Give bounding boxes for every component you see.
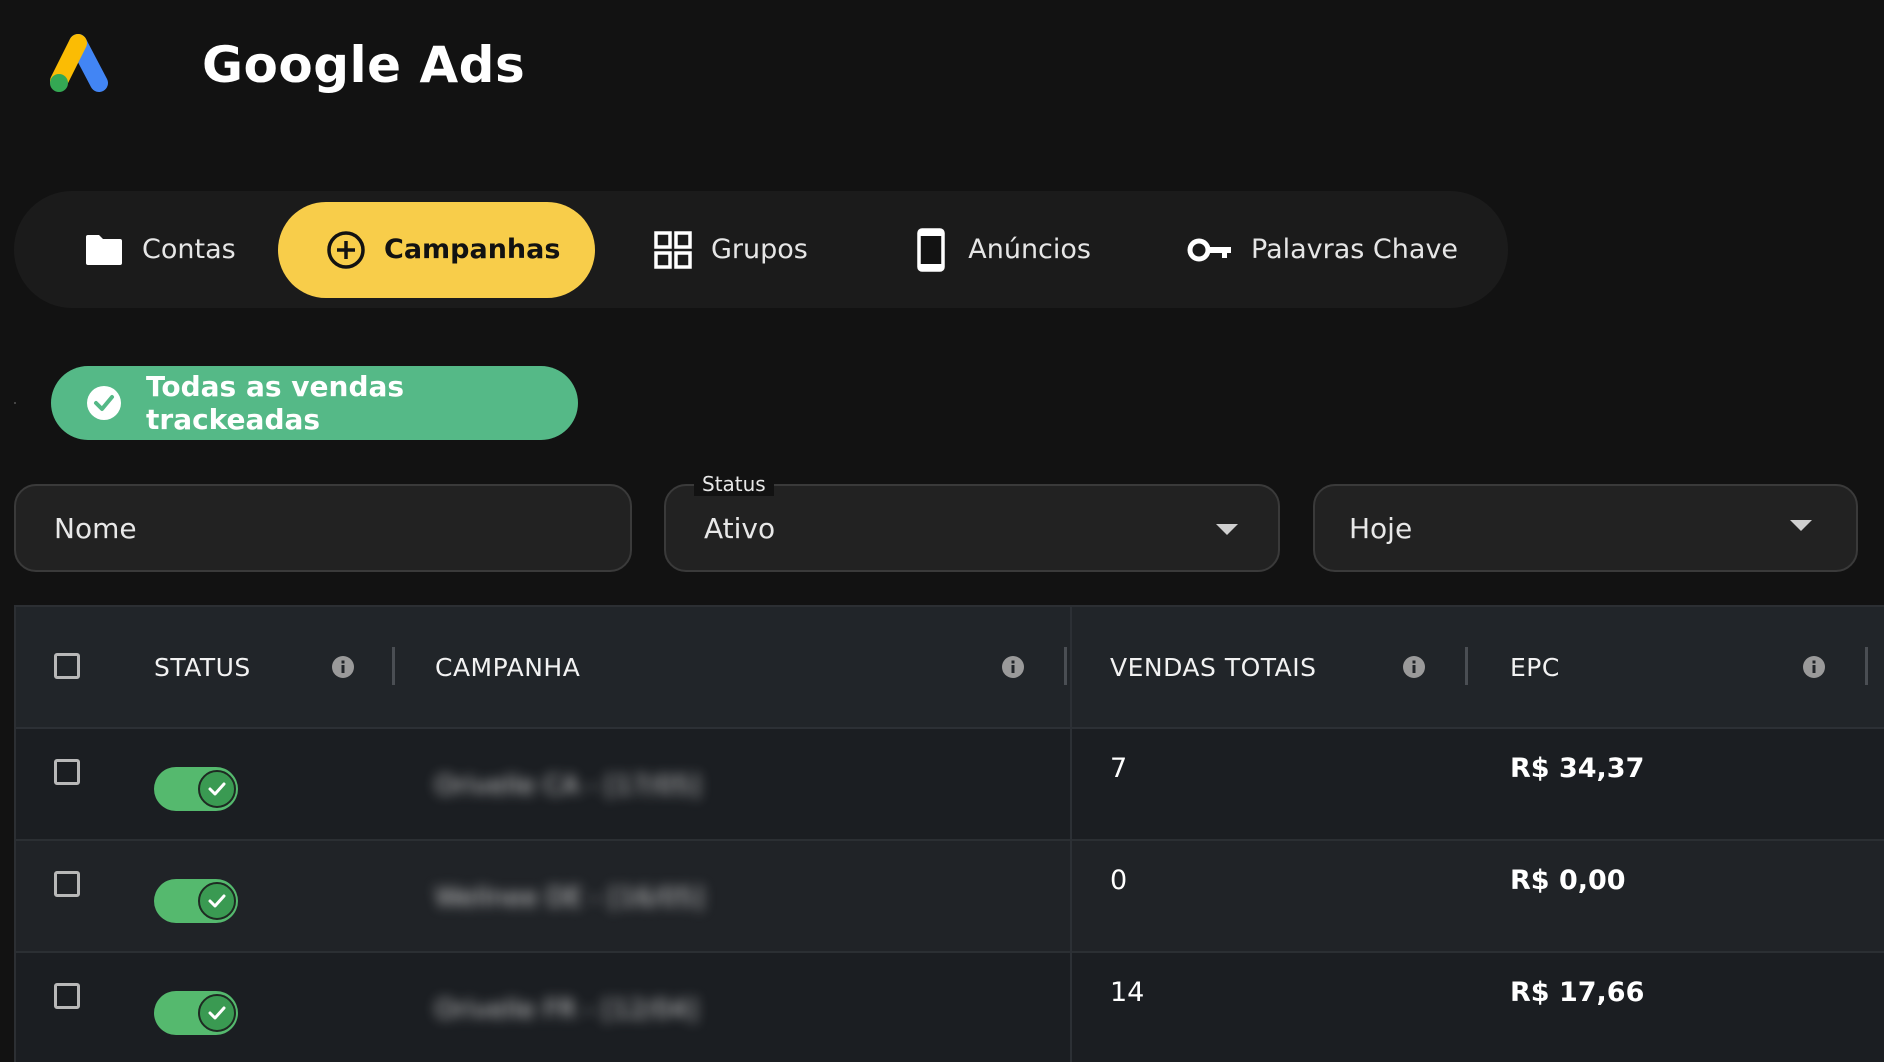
phone-icon — [911, 227, 950, 272]
nav-tabs: Contas Campanhas Grupos Anúncios Palavra… — [14, 191, 1508, 308]
info-icon[interactable] — [1802, 655, 1826, 679]
table-row[interactable]: Orivelle CA - [17/05] 7 R$ 34,37 — [16, 729, 1884, 841]
tab-grupos-label: Grupos — [711, 234, 808, 265]
column-header-epc[interactable]: EPC — [1510, 607, 1560, 727]
status-select-value: Ativo — [704, 511, 776, 545]
table-row[interactable]: Orivelle FR - [12/04] 14 R$ 17,66 — [16, 953, 1884, 1062]
check-icon — [198, 882, 236, 920]
column-separator[interactable] — [1865, 647, 1868, 685]
tab-anuncios[interactable]: Anúncios — [863, 202, 1139, 298]
check-icon — [198, 994, 236, 1032]
row-checkbox[interactable] — [54, 983, 80, 1009]
epc-value: R$ 0,00 — [1510, 865, 1626, 896]
google-ads-logo-icon — [40, 24, 122, 106]
tab-campanhas[interactable]: Campanhas — [278, 201, 595, 298]
tab-palavras-chave-label: Palavras Chave — [1251, 234, 1459, 265]
epc-value: R$ 34,37 — [1510, 753, 1645, 784]
tab-grupos[interactable]: Grupos — [605, 202, 863, 298]
tab-contas[interactable]: Contas — [24, 202, 278, 298]
column-divider — [1070, 607, 1072, 1062]
tab-campanhas-label: Campanhas — [384, 234, 561, 265]
key-icon — [1187, 230, 1233, 270]
info-icon[interactable] — [1402, 655, 1426, 679]
column-separator[interactable] — [392, 647, 395, 685]
row-checkbox[interactable] — [54, 871, 80, 897]
date-select-value: Hoje — [1349, 511, 1413, 545]
name-filter-placeholder: Nome — [54, 511, 137, 545]
campaign-name[interactable]: Orivelle CA - [17/05] — [435, 771, 701, 801]
vendas-totais-value: 14 — [1110, 977, 1145, 1008]
plus-circle-icon — [326, 230, 366, 270]
table-header: STATUS CAMPANHA VENDAS TOTAIS EPC — [16, 607, 1884, 729]
folder-icon — [84, 230, 124, 270]
tab-palavras-chave[interactable]: Palavras Chave — [1139, 202, 1469, 298]
name-filter-input[interactable]: Nome — [14, 484, 632, 572]
column-separator[interactable] — [1465, 647, 1468, 685]
status-select[interactable]: Status Ativo — [664, 472, 1280, 572]
column-header-status[interactable]: STATUS — [154, 607, 251, 727]
status-toggle[interactable] — [154, 767, 238, 811]
vendas-totais-value: 0 — [1110, 865, 1128, 896]
info-icon[interactable] — [331, 655, 355, 679]
status-toggle[interactable] — [154, 879, 238, 923]
page: Google Ads Contas Campanhas Grupos Anúnc… — [0, 0, 1884, 1062]
campaigns-table: STATUS CAMPANHA VENDAS TOTAIS EPC Orivel… — [14, 605, 1884, 1062]
chevron-down-icon — [1790, 520, 1812, 531]
check-icon — [198, 770, 236, 808]
tracked-sales-label: Todas as vendas trackeadas — [146, 370, 405, 436]
status-toggle[interactable] — [154, 991, 238, 1035]
date-select[interactable]: Hoje — [1313, 484, 1858, 572]
column-separator[interactable] — [1064, 647, 1067, 685]
tab-anuncios-label: Anúncios — [968, 234, 1091, 265]
column-header-vendas-totais[interactable]: VENDAS TOTAIS — [1110, 607, 1316, 727]
campaign-name[interactable]: Wellnee DE - [16/05] — [435, 883, 704, 913]
epc-value: R$ 17,66 — [1510, 977, 1645, 1008]
tab-contas-label: Contas — [142, 234, 236, 265]
chevron-down-icon — [1216, 524, 1238, 535]
table-row[interactable]: Wellnee DE - [16/05] 0 R$ 0,00 — [16, 841, 1884, 953]
select-all-checkbox[interactable] — [54, 653, 80, 679]
vendas-totais-value: 7 — [1110, 753, 1128, 784]
column-header-campanha[interactable]: CAMPANHA — [435, 607, 580, 727]
app-title: Google Ads — [202, 36, 526, 94]
divider-dot — [14, 402, 16, 404]
app-header: Google Ads — [40, 20, 525, 110]
tracked-sales-banner: Todas as vendas trackeadas — [51, 366, 578, 440]
check-circle-icon — [86, 385, 122, 421]
status-select-label: Status — [694, 472, 774, 496]
campaign-name[interactable]: Orivelle FR - [12/04] — [435, 995, 698, 1025]
row-checkbox[interactable] — [54, 759, 80, 785]
grid-icon — [653, 230, 693, 270]
info-icon[interactable] — [1001, 655, 1025, 679]
